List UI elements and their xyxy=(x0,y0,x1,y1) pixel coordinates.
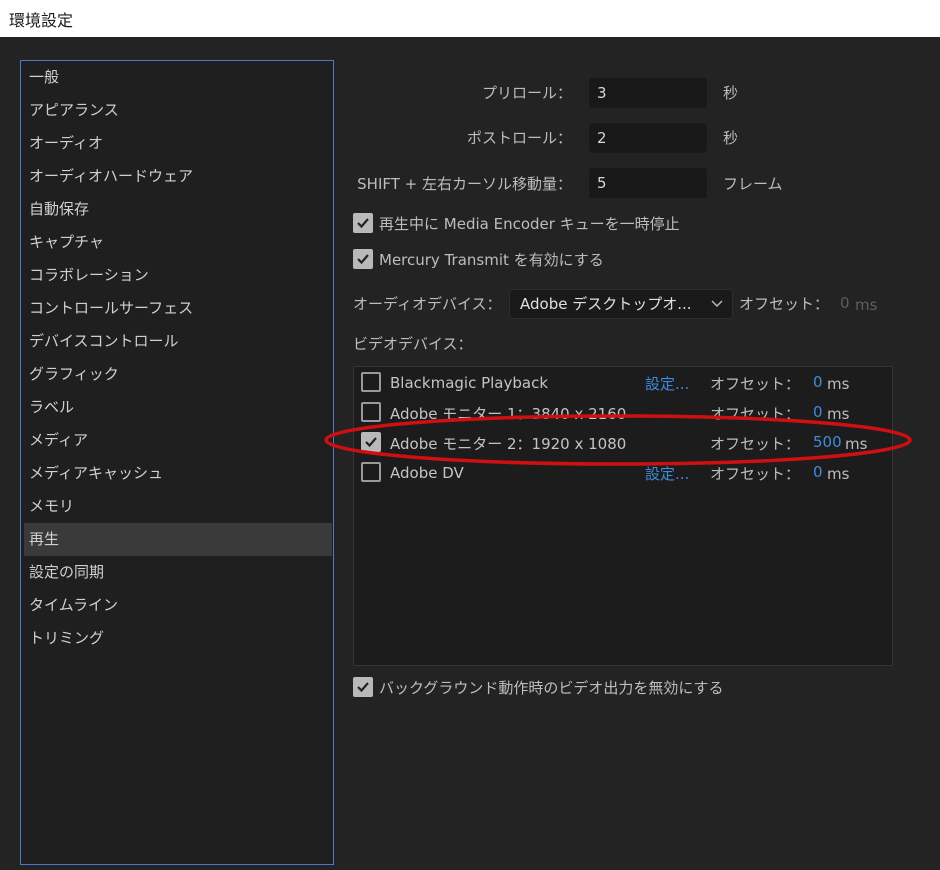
shift-move-label: SHIFT + 左右カーソル移動量： xyxy=(357,175,572,193)
device-offset-value-monitor-1[interactable]: 0 xyxy=(813,403,823,421)
preroll-unit: 秒 xyxy=(723,84,739,102)
audio-device-label: オーディオデバイス： xyxy=(353,295,502,313)
sidebar-item-labels[interactable]: ラベル xyxy=(24,391,332,424)
shift-move-input[interactable]: 5 xyxy=(589,168,707,198)
sidebar-item-capture[interactable]: キャプチャ xyxy=(24,226,332,259)
mercury-transmit-label: Mercury Transmit を有効にする xyxy=(379,251,604,269)
device-checkbox-monitor-2[interactable] xyxy=(361,432,381,452)
device-name-monitor-2: Adobe モニター 2：1920 x 1080 xyxy=(390,435,627,453)
sidebar-item-playback[interactable]: 再生 xyxy=(24,523,332,556)
device-offset-unit-monitor-1: ms xyxy=(827,405,850,423)
sidebar-item-auto-save[interactable]: 自動保存 xyxy=(24,193,332,226)
device-offset-value-monitor-2[interactable]: 500 xyxy=(813,433,842,451)
postroll-input[interactable]: 2 xyxy=(589,123,707,153)
device-settings-link-adobe-dv[interactable]: 設定... xyxy=(645,463,689,484)
pause-media-encoder-label: 再生中に Media Encoder キューを一時停止 xyxy=(379,215,680,233)
audio-offset-label: オフセット： xyxy=(739,295,830,313)
preroll-label: プリロール： xyxy=(481,84,572,102)
device-settings-link-blackmagic[interactable]: 設定... xyxy=(645,373,689,394)
sidebar-item-graphics[interactable]: グラフィック xyxy=(24,358,332,391)
sidebar-item-general[interactable]: 一般 xyxy=(24,61,332,94)
device-name-monitor-1: Adobe モニター 1：3840 x 2160 xyxy=(390,405,627,423)
device-name-blackmagic: Blackmagic Playback xyxy=(390,374,549,392)
sidebar-item-audio-hardware[interactable]: オーディオハードウェア xyxy=(24,160,332,193)
disable-background-video-checkbox[interactable] xyxy=(353,677,373,697)
device-offset-label-monitor-2: オフセット： xyxy=(710,435,801,453)
check-icon xyxy=(357,218,369,229)
mercury-transmit-checkbox[interactable] xyxy=(353,249,373,269)
video-device-label: ビデオデバイス： xyxy=(353,335,473,353)
shift-move-unit: フレーム xyxy=(723,175,783,193)
check-icon xyxy=(357,254,369,265)
window-title: 環境設定 xyxy=(9,11,74,30)
preroll-input[interactable]: 3 xyxy=(589,78,707,108)
device-checkbox-blackmagic[interactable] xyxy=(361,372,381,392)
sidebar-item-audio[interactable]: オーディオ xyxy=(24,127,332,160)
title-bar: 環境設定 xyxy=(0,0,940,37)
check-icon xyxy=(357,682,369,693)
sidebar-item-collaboration[interactable]: コラボレーション xyxy=(24,259,332,292)
sidebar-item-control-surface[interactable]: コントロールサーフェス xyxy=(24,292,332,325)
sidebar-item-sync-settings[interactable]: 設定の同期 xyxy=(24,556,332,589)
device-checkbox-monitor-1[interactable] xyxy=(361,402,381,422)
audio-offset-value[interactable]: 0 xyxy=(840,294,850,312)
device-offset-label-monitor-1: オフセット： xyxy=(710,405,801,423)
pause-media-encoder-checkbox[interactable] xyxy=(353,213,373,233)
sidebar-item-timeline[interactable]: タイムライン xyxy=(24,589,332,622)
device-offset-unit-monitor-2: ms xyxy=(845,435,868,453)
device-offset-label-blackmagic: オフセット： xyxy=(710,375,801,393)
preferences-category-list[interactable]: 一般 アピアランス オーディオ オーディオハードウェア 自動保存 キャプチャ コ… xyxy=(20,60,334,865)
sidebar-item-memory[interactable]: メモリ xyxy=(24,490,332,523)
postroll-unit: 秒 xyxy=(723,129,739,147)
audio-device-value: Adobe デスクトップオ... xyxy=(520,295,692,313)
device-checkbox-adobe-dv[interactable] xyxy=(361,462,381,482)
sidebar-item-media[interactable]: メディア xyxy=(24,424,332,457)
postroll-label: ポストロール： xyxy=(466,129,572,147)
audio-device-dropdown[interactable]: Adobe デスクトップオ... xyxy=(509,289,733,319)
device-name-adobe-dv: Adobe DV xyxy=(390,464,464,482)
device-offset-unit-blackmagic: ms xyxy=(827,375,850,393)
check-icon xyxy=(365,437,377,448)
device-offset-unit-adobe-dv: ms xyxy=(827,465,850,483)
sidebar-item-media-cache[interactable]: メディアキャッシュ xyxy=(24,457,332,490)
device-offset-label-adobe-dv: オフセット： xyxy=(710,465,801,483)
chevron-down-icon xyxy=(710,290,724,318)
disable-background-video-label: バックグラウンド動作時のビデオ出力を無効にする xyxy=(379,679,724,697)
sidebar-item-appearance[interactable]: アピアランス xyxy=(24,94,332,127)
sidebar-item-device-control[interactable]: デバイスコントロール xyxy=(24,325,332,358)
device-offset-value-blackmagic[interactable]: 0 xyxy=(813,373,823,391)
device-offset-value-adobe-dv[interactable]: 0 xyxy=(813,463,823,481)
sidebar-item-trim[interactable]: トリミング xyxy=(24,622,332,655)
audio-offset-unit: ms xyxy=(855,296,878,314)
